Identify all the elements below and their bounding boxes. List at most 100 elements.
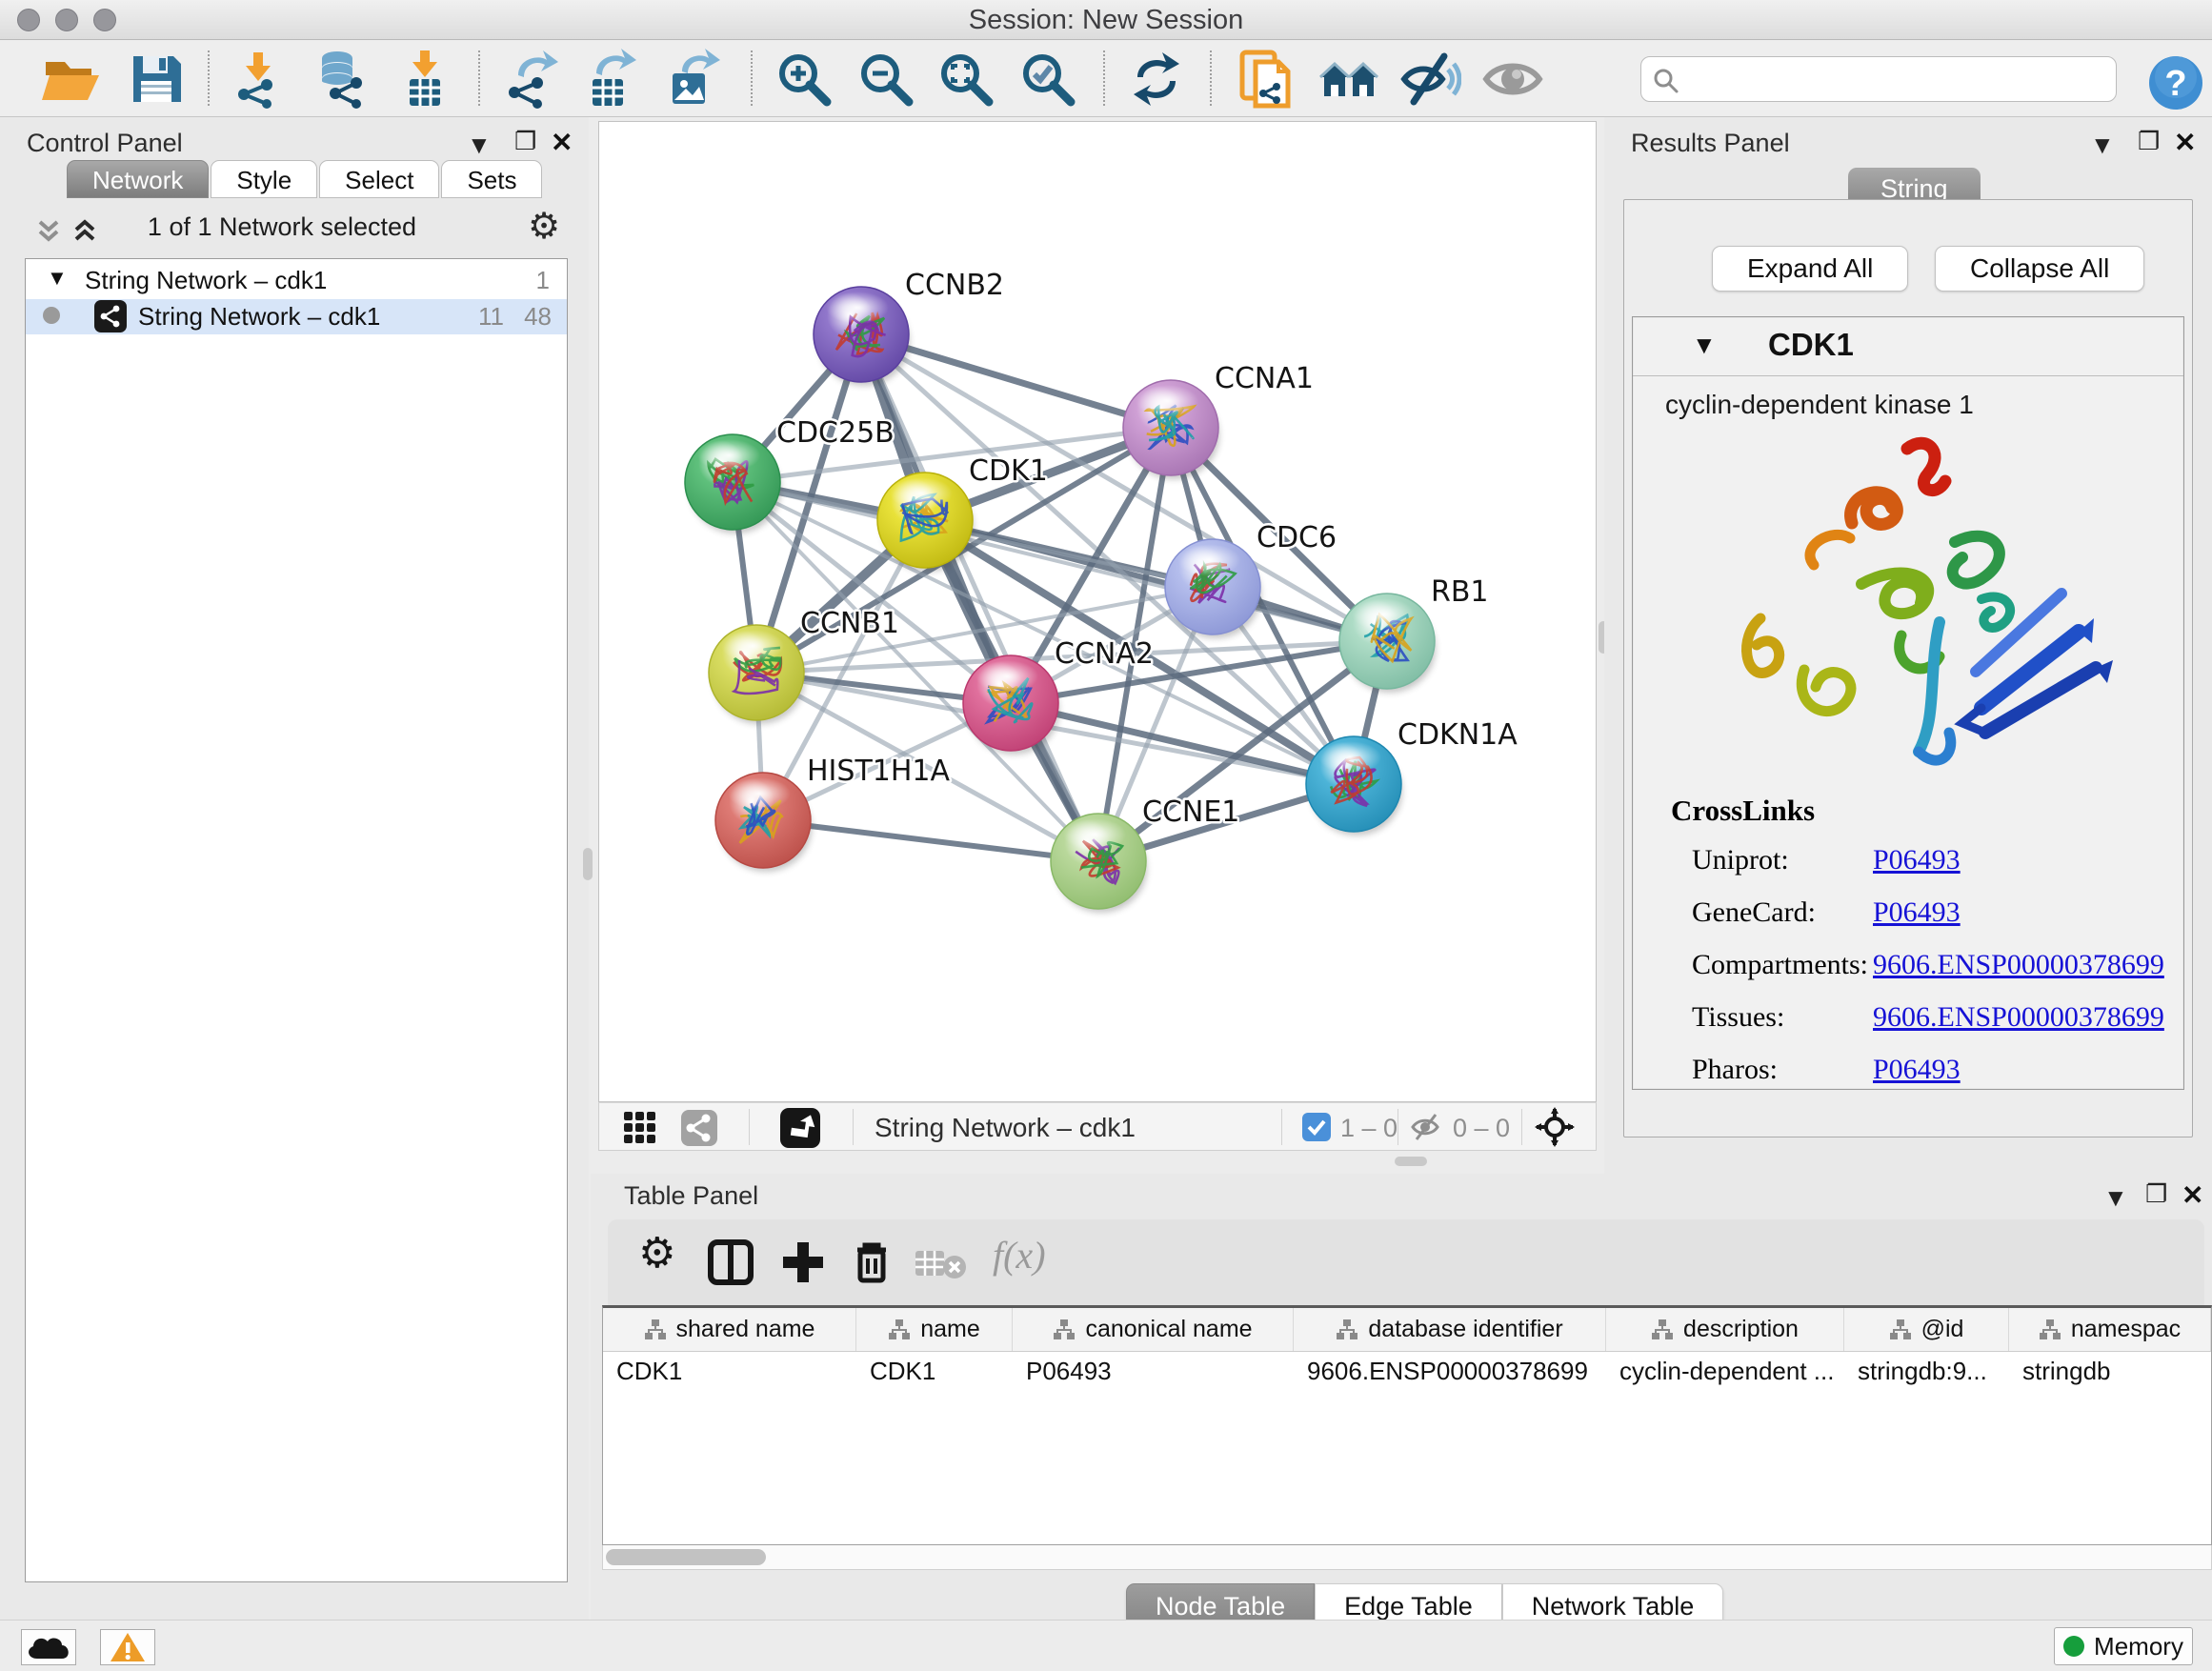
control-panel-title: Control Panel bbox=[27, 129, 183, 158]
search-input[interactable] bbox=[1640, 56, 2117, 102]
zoom-fit-button[interactable] bbox=[935, 49, 996, 110]
panel-float-icon[interactable]: ❐ bbox=[2138, 127, 2160, 156]
tab-select[interactable]: Select bbox=[319, 160, 439, 198]
zoom-in-button[interactable] bbox=[774, 49, 835, 110]
export-network-icon bbox=[499, 49, 560, 110]
birdseye-view-icon[interactable] bbox=[780, 1108, 820, 1148]
collapse-all-button[interactable]: Collapse All bbox=[1935, 246, 2144, 292]
splitter-handle-bottom[interactable] bbox=[1395, 1157, 1427, 1166]
column-header[interactable]: database identifier bbox=[1294, 1308, 1606, 1351]
hidden-eye-icon[interactable] bbox=[1411, 1113, 1443, 1141]
export-image-button[interactable] bbox=[661, 49, 722, 110]
tab-network[interactable]: Network bbox=[67, 160, 209, 198]
network-current-dot-icon bbox=[43, 307, 60, 324]
panel-menu-icon[interactable]: ▼ bbox=[467, 131, 492, 160]
panel-menu-icon[interactable]: ▼ bbox=[2103, 1183, 2128, 1213]
eye-slash-icon bbox=[1400, 49, 1461, 110]
string-results-container: Expand All Collapse All ▼ CDK1 cyclin-de… bbox=[1623, 199, 2193, 1137]
pharos-link[interactable]: P06493 bbox=[1873, 1054, 1961, 1085]
cell-canonical-name[interactable]: P06493 bbox=[1013, 1352, 1294, 1390]
export-table-button[interactable] bbox=[579, 49, 640, 110]
import-network-file-button[interactable] bbox=[229, 49, 290, 110]
horizontal-scrollbar[interactable] bbox=[602, 1545, 2212, 1570]
crosslink-row: GeneCard: P06493 bbox=[1671, 896, 1815, 933]
function-builder-icon[interactable]: f(x) bbox=[993, 1233, 1046, 1278]
table-row[interactable]: CDK1 CDK1 P06493 9606.ENSP00000378699 cy… bbox=[603, 1352, 2211, 1390]
open-session-button[interactable] bbox=[40, 49, 101, 110]
window-title: Session: New Session bbox=[0, 0, 2212, 40]
panel-close-icon[interactable]: ✕ bbox=[551, 127, 573, 158]
column-header[interactable]: description bbox=[1606, 1308, 1844, 1351]
compartments-link[interactable]: 9606.ENSP00000378699 bbox=[1873, 949, 2164, 980]
column-header[interactable]: name bbox=[856, 1308, 1013, 1351]
zoom-selected-button[interactable] bbox=[1017, 49, 1078, 110]
node-CCNA1[interactable]: CCNA1 bbox=[1123, 362, 1314, 479]
warnings-button[interactable] bbox=[100, 1629, 155, 1665]
refresh-button[interactable] bbox=[1126, 49, 1187, 110]
cell-namespace[interactable]: stringdb bbox=[2009, 1352, 2211, 1390]
node-CDKN1A[interactable]: CDKN1A bbox=[1306, 718, 1518, 836]
tree-expander-icon[interactable]: ▼ bbox=[47, 266, 68, 291]
network-canvas[interactable]: CCNB2CCNA1CDC25BCDK1CDC6RB1CCNB1CCNA2CDK… bbox=[598, 121, 1597, 1102]
clear-table-icon[interactable] bbox=[915, 1248, 968, 1280]
scrollbar-thumb[interactable] bbox=[606, 1549, 766, 1565]
column-header[interactable]: shared name bbox=[603, 1308, 856, 1351]
panel-close-icon[interactable]: ✕ bbox=[2182, 1179, 2203, 1211]
edge-HIST1H1A-CCNE1[interactable] bbox=[763, 820, 1098, 861]
splitter-handle-left[interactable] bbox=[583, 848, 593, 880]
clone-network-button[interactable] bbox=[1235, 49, 1296, 110]
tissues-link[interactable]: 9606.ENSP00000378699 bbox=[1873, 1001, 2164, 1033]
import-network-database-button[interactable] bbox=[311, 49, 372, 110]
collapse-caret-icon[interactable]: ▼ bbox=[1692, 331, 1717, 360]
show-all-button[interactable] bbox=[1482, 49, 1543, 110]
control-panel: Control Panel ▼ ❐ ✕ Network Style Select… bbox=[0, 117, 589, 1620]
refresh-icon bbox=[1126, 49, 1187, 110]
column-header[interactable]: canonical name bbox=[1013, 1308, 1294, 1351]
selected-count: 1 – 0 bbox=[1340, 1114, 1398, 1143]
share-view-icon[interactable] bbox=[681, 1110, 717, 1146]
panel-close-icon[interactable]: ✕ bbox=[2174, 127, 2196, 158]
cloud-status-button[interactable] bbox=[21, 1629, 76, 1665]
panel-float-icon[interactable]: ❐ bbox=[2145, 1179, 2167, 1209]
uniprot-link[interactable]: P06493 bbox=[1873, 844, 1961, 876]
home-button[interactable] bbox=[1318, 49, 1379, 110]
export-network-button[interactable] bbox=[499, 49, 560, 110]
expand-all-button[interactable]: Expand All bbox=[1712, 246, 1908, 292]
cell-database-identifier[interactable]: 9606.ENSP00000378699 bbox=[1294, 1352, 1606, 1390]
help-button[interactable]: ? bbox=[2145, 52, 2199, 106]
crosslink-label: Compartments: bbox=[1692, 949, 1868, 981]
zoom-out-button[interactable] bbox=[855, 49, 916, 110]
network-row-selected[interactable]: String Network – cdk1 11 48 bbox=[26, 299, 567, 334]
cell-name[interactable]: CDK1 bbox=[856, 1352, 1013, 1390]
column-header[interactable]: namespac bbox=[2009, 1308, 2211, 1351]
gene-header[interactable]: ▼ CDK1 bbox=[1633, 317, 2183, 376]
cell-shared-name[interactable]: CDK1 bbox=[603, 1352, 856, 1390]
cell-description[interactable]: cyclin-dependent ... bbox=[1606, 1352, 1844, 1390]
cell-id[interactable]: stringdb:9... bbox=[1844, 1352, 2009, 1390]
column-header[interactable]: @id bbox=[1844, 1308, 2009, 1351]
hidden-count: 0 – 0 bbox=[1453, 1114, 1510, 1143]
network-collection-row[interactable]: ▼ String Network – cdk1 1 bbox=[26, 264, 567, 299]
grid-view-icon[interactable] bbox=[622, 1110, 658, 1146]
panel-float-icon[interactable]: ❐ bbox=[514, 127, 536, 156]
table-options-gear-icon[interactable]: ⚙ bbox=[638, 1229, 675, 1278]
panel-menu-icon[interactable]: ▼ bbox=[2090, 131, 2115, 160]
tab-style[interactable]: Style bbox=[211, 160, 317, 198]
node-RB1[interactable]: RB1 bbox=[1339, 575, 1489, 693]
show-columns-icon[interactable] bbox=[707, 1238, 754, 1286]
add-column-icon[interactable] bbox=[779, 1238, 827, 1286]
genecard-link[interactable]: P06493 bbox=[1873, 896, 1961, 928]
houses-icon bbox=[1318, 49, 1379, 110]
network-options-gear-icon[interactable]: ⚙ bbox=[528, 205, 560, 247]
import-database-icon bbox=[311, 49, 372, 110]
memory-button[interactable]: Memory bbox=[2054, 1627, 2193, 1665]
save-session-button[interactable] bbox=[126, 49, 187, 110]
node-HIST1H1A[interactable]: HIST1H1A bbox=[715, 755, 951, 872]
import-table-button[interactable] bbox=[394, 49, 455, 110]
zoom-fit-icon bbox=[935, 49, 996, 110]
hide-selected-button[interactable] bbox=[1400, 49, 1461, 110]
tab-sets[interactable]: Sets bbox=[441, 160, 542, 198]
selected-checkbox-icon[interactable] bbox=[1302, 1113, 1331, 1141]
delete-column-icon[interactable] bbox=[848, 1238, 895, 1286]
pan-crosshair-icon[interactable] bbox=[1535, 1107, 1575, 1147]
